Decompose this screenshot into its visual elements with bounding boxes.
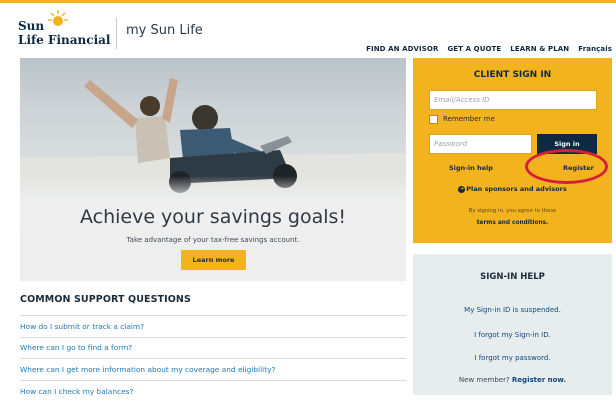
brand-divider	[116, 17, 117, 49]
sun-life-logo[interactable]: Sun Life Financial	[18, 9, 118, 53]
support-question-link[interactable]: How do I submit or track a claim?	[20, 315, 406, 337]
agreement-text: By signing in, you agree to these	[468, 208, 557, 214]
sun-logo-icon	[48, 10, 68, 26]
top-nav: FIND AN ADVISOR GET A QUOTE LEARN & PLAN…	[366, 45, 612, 53]
new-member-text: New member?	[458, 376, 510, 384]
client-signin-panel: CLIENT SIGN IN Email/Access ID Remember …	[413, 58, 612, 243]
page-title: my Sun Life	[126, 23, 203, 38]
nav-language-toggle[interactable]: Français	[578, 45, 612, 53]
remember-me-checkbox[interactable]	[429, 115, 438, 124]
header: Sun Life Financial my Sun Life FIND AN A…	[0, 0, 616, 60]
learn-more-button[interactable]: Learn more	[181, 250, 246, 270]
support-question-list: How do I submit or track a claim? Where …	[20, 315, 406, 401]
remember-me-label[interactable]: Remember me	[443, 115, 495, 123]
circle-arrow-icon: ➜	[458, 185, 466, 193]
signin-help-panel: SIGN-IN HELP My Sign-in ID is suspended.…	[413, 254, 612, 395]
plan-sponsors-link[interactable]: ➜ Plan sponsors and advisors	[413, 185, 612, 193]
password-field[interactable]: Password	[429, 134, 532, 154]
help-link-id-suspended[interactable]: My Sign-in ID is suspended.	[413, 306, 612, 314]
support-question-link[interactable]: Where can I go to find a form?	[20, 336, 406, 359]
support-section-title: COMMON SUPPORT QUESTIONS	[20, 294, 191, 305]
logo-text-life-financial: Life Financial	[18, 33, 111, 47]
hero-photo-scooter-riders	[20, 78, 406, 193]
nav-find-advisor[interactable]: FIND AN ADVISOR	[366, 45, 438, 53]
email-field[interactable]: Email/Access ID	[429, 90, 597, 110]
help-link-forgot-id[interactable]: I forgot my Sign-in ID.	[413, 331, 612, 339]
help-link-forgot-password[interactable]: I forgot my password.	[413, 354, 612, 362]
support-question-link[interactable]: Where can I get more information about m…	[20, 358, 406, 380]
sign-in-help-link[interactable]: Sign-in help	[449, 164, 493, 172]
plan-sponsors-label: Plan sponsors and advisors	[466, 185, 567, 193]
hero-subheading: Take advantage of your tax-free savings …	[126, 236, 300, 244]
signin-title: CLIENT SIGN IN	[473, 70, 552, 80]
new-member-prompt: New member? Register now.	[413, 376, 612, 384]
signin-help-title: SIGN-IN HELP	[480, 272, 545, 282]
hero-heading: Achieve your savings goals!	[79, 206, 347, 228]
logo-text-sun: Sun	[18, 19, 45, 33]
register-now-link[interactable]: Register now.	[512, 376, 566, 384]
support-question-link[interactable]: How can I check my balances?	[20, 379, 406, 402]
hero-banner: Achieve your savings goals! Take advanta…	[20, 58, 406, 281]
nav-get-quote[interactable]: GET A QUOTE	[447, 45, 501, 53]
register-highlight-circle	[525, 149, 608, 184]
terms-link[interactable]: terms and conditions.	[413, 220, 612, 226]
nav-learn-plan[interactable]: LEARN & PLAN	[510, 45, 569, 53]
